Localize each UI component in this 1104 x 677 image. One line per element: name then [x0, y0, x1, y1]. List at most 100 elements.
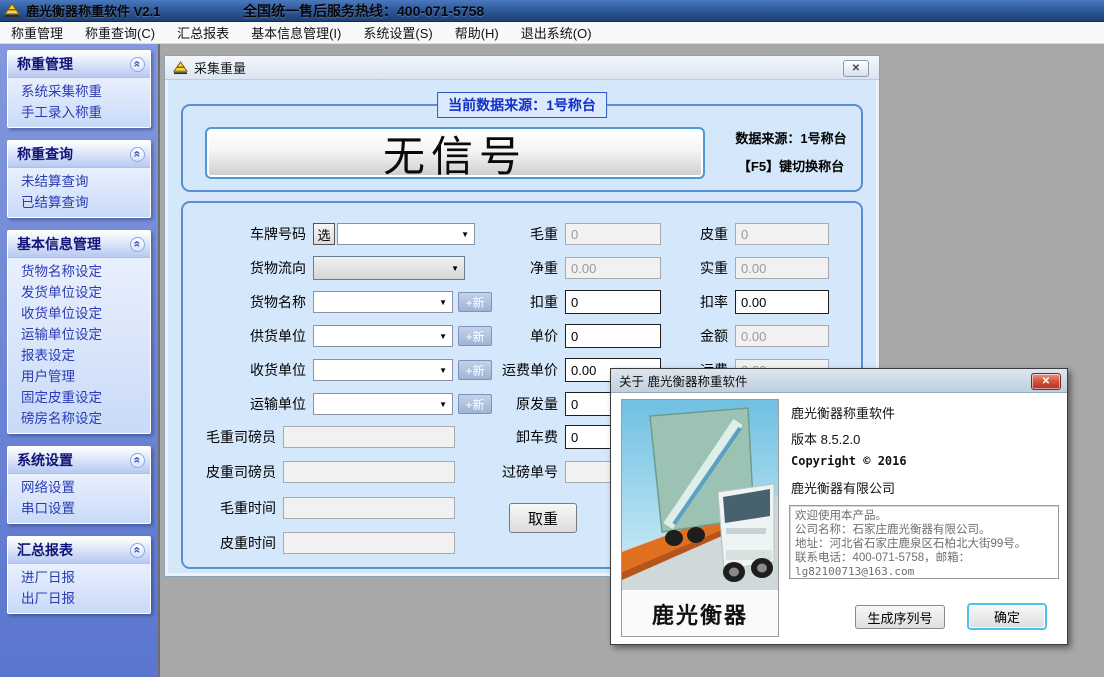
- menu-help[interactable]: 帮助(H): [444, 21, 510, 44]
- data-source-label: 当前数据来源：1号称台: [437, 92, 607, 118]
- dialog-close-button[interactable]: ✕: [1031, 373, 1061, 390]
- section-title: 基本信息管理: [17, 234, 101, 254]
- tare-operator-field[interactable]: [283, 461, 455, 483]
- supplier-unit-label: 供货单位: [191, 326, 313, 346]
- menu-summary-reports[interactable]: 汇总报表: [166, 21, 240, 44]
- menu-basic-info-management[interactable]: 基本信息管理(I): [240, 21, 352, 44]
- menu-system-settings[interactable]: 系统设置(S): [352, 21, 443, 44]
- sidebar-item-unsettled-query[interactable]: 未结算查询: [8, 171, 150, 192]
- receiver-unit-label: 收货单位: [191, 360, 313, 380]
- section-title: 汇总报表: [17, 540, 73, 560]
- menu-exit[interactable]: 退出系统(O): [510, 21, 603, 44]
- sidebar-item-settled-query[interactable]: 已结算查询: [8, 192, 150, 213]
- section-header-weighing-query[interactable]: 称重查询 «: [8, 141, 150, 168]
- copyright-text: Copyright © 2016: [791, 454, 907, 468]
- section-items: 网络设置 串口设置: [8, 474, 150, 523]
- amount-field[interactable]: [735, 325, 829, 347]
- menu-weighing-query[interactable]: 称重查询(C): [74, 21, 166, 44]
- section-title: 称重管理: [17, 54, 73, 74]
- sidebar-item-weighhouse-name-setting[interactable]: 磅房名称设定: [8, 408, 150, 429]
- sidebar-item-user-management[interactable]: 用户管理: [8, 366, 150, 387]
- unit-price-field[interactable]: [565, 324, 661, 348]
- version-text: 版本 8.5.2.0: [791, 429, 860, 448]
- collapse-chevron-icon[interactable]: «: [130, 147, 145, 162]
- sidebar-item-report-setting[interactable]: 报表设定: [8, 345, 150, 366]
- dialog-titlebar[interactable]: 关于 鹿光衡器称重软件 ✕: [611, 369, 1067, 393]
- sidebar-section-system-settings: 系统设置 « 网络设置 串口设置: [7, 446, 151, 524]
- gross-time-field[interactable]: [283, 497, 455, 519]
- gross-operator-field[interactable]: [283, 426, 455, 448]
- supplier-unit-combo[interactable]: ▼: [313, 325, 453, 347]
- gross-operator-label: 毛重司磅员: [191, 427, 283, 447]
- company-info-box: 欢迎使用本产品。 公司名称：石家庄鹿光衡器有限公司。 地址：河北省石家庄鹿泉区石…: [789, 505, 1059, 579]
- close-icon: ✕: [1042, 377, 1050, 387]
- sidebar-item-sender-unit-setting[interactable]: 发货单位设定: [8, 282, 150, 303]
- sidebar-section-weighing-query: 称重查询 « 未结算查询 已结算查询: [7, 140, 151, 218]
- tare-time-field[interactable]: [283, 532, 455, 554]
- sidebar-item-network-settings[interactable]: 网络设置: [8, 477, 150, 498]
- sidebar-item-system-collect-weighing[interactable]: 系统采集称重: [8, 81, 150, 102]
- freight-unit-price-label: 运费单价: [479, 360, 565, 380]
- tare-operator-label: 皮重司磅员: [191, 462, 283, 482]
- app-title: 鹿光衡器称重软件 V2.1: [26, 1, 160, 20]
- receiver-unit-combo[interactable]: ▼: [313, 359, 453, 381]
- section-title: 系统设置: [17, 450, 73, 470]
- window-titlebar[interactable]: 采集重量 ✕: [165, 56, 879, 80]
- sidebar-item-transport-unit-setting[interactable]: 运输单位设定: [8, 324, 150, 345]
- plate-number-combo[interactable]: ▼: [337, 223, 475, 245]
- collapse-chevron-icon[interactable]: «: [130, 543, 145, 558]
- take-weight-button[interactable]: 取重: [509, 503, 577, 533]
- actual-weight-label: 实重: [659, 258, 735, 278]
- collapse-chevron-icon[interactable]: «: [130, 237, 145, 252]
- section-header-summary-reports[interactable]: 汇总报表 «: [8, 537, 150, 564]
- ok-button[interactable]: 确定: [967, 603, 1047, 630]
- truck-image: 鹿光衡器: [621, 399, 779, 637]
- select-plate-button[interactable]: 选: [313, 223, 335, 245]
- info-line: 联系电话：400-071-5758，邮箱：: [795, 551, 1053, 565]
- about-dialog: 关于 鹿光衡器称重软件 ✕: [610, 368, 1068, 645]
- weighbill-number-label: 过磅单号: [479, 462, 565, 482]
- weight-display: 无信号: [205, 127, 705, 179]
- deduct-rate-field[interactable]: [735, 290, 829, 314]
- info-line: 公司名称：石家庄鹿光衡器有限公司。: [795, 523, 1053, 537]
- gross-weight-field[interactable]: [565, 223, 661, 245]
- close-icon: ✕: [852, 64, 860, 74]
- dropdown-arrow-icon: ▼: [434, 400, 452, 409]
- product-name: 鹿光衡器称重软件: [791, 403, 895, 422]
- original-quantity-label: 原发量: [479, 394, 565, 414]
- collapse-chevron-icon[interactable]: «: [130, 57, 145, 72]
- actual-weight-field[interactable]: [735, 257, 829, 279]
- transport-unit-label: 运输单位: [191, 394, 313, 414]
- sidebar-section-weighing-management: 称重管理 « 系统采集称重 手工录入称重: [7, 50, 151, 128]
- sidebar-item-outbound-daily-report[interactable]: 出厂日报: [8, 588, 150, 609]
- menu-weighing-management[interactable]: 称重管理: [0, 21, 74, 44]
- deduct-weight-label: 扣重: [479, 292, 565, 312]
- mdi-area: 采集重量 ✕ 当前数据来源：1号称台 无信号 数据来源：1号称台 【F5】键切换…: [158, 44, 1104, 677]
- sidebar-item-receiver-unit-setting[interactable]: 收货单位设定: [8, 303, 150, 324]
- goods-name-combo[interactable]: ▼: [313, 291, 453, 313]
- transport-unit-combo[interactable]: ▼: [313, 393, 453, 415]
- section-header-weighing-management[interactable]: 称重管理 «: [8, 51, 150, 78]
- source-info-line2: 【F5】键切换称台: [717, 156, 865, 175]
- sidebar-item-serial-port-settings[interactable]: 串口设置: [8, 498, 150, 519]
- source-info-line1: 数据来源：1号称台: [717, 128, 865, 147]
- tare-weight-field[interactable]: [735, 223, 829, 245]
- section-header-basic-info[interactable]: 基本信息管理 «: [8, 231, 150, 258]
- sidebar-item-inbound-daily-report[interactable]: 进厂日报: [8, 567, 150, 588]
- sidebar-item-manual-entry-weighing[interactable]: 手工录入称重: [8, 102, 150, 123]
- net-weight-field[interactable]: [565, 257, 661, 279]
- section-header-system-settings[interactable]: 系统设置 «: [8, 447, 150, 474]
- goods-flow-combo[interactable]: ▼: [313, 256, 465, 280]
- app-titlebar: 鹿光衡器称重软件 V2.1 全国统一售后服务热线：400-071-5758: [0, 0, 1104, 22]
- sidebar-section-summary-reports: 汇总报表 « 进厂日报 出厂日报: [7, 536, 151, 614]
- dropdown-arrow-icon: ▼: [434, 298, 452, 307]
- dropdown-arrow-icon: ▼: [456, 230, 474, 239]
- generate-serial-button[interactable]: 生成序列号: [855, 605, 945, 629]
- sidebar-item-goods-name-setting[interactable]: 货物名称设定: [8, 261, 150, 282]
- sidebar-item-fixed-tare-setting[interactable]: 固定皮重设定: [8, 387, 150, 408]
- company-name: 鹿光衡器有限公司: [791, 478, 895, 497]
- deduct-weight-field[interactable]: [565, 290, 661, 314]
- sidebar-section-basic-info: 基本信息管理 « 货物名称设定 发货单位设定 收货单位设定 运输单位设定 报表设…: [7, 230, 151, 434]
- window-close-button[interactable]: ✕: [843, 60, 869, 77]
- collapse-chevron-icon[interactable]: «: [130, 453, 145, 468]
